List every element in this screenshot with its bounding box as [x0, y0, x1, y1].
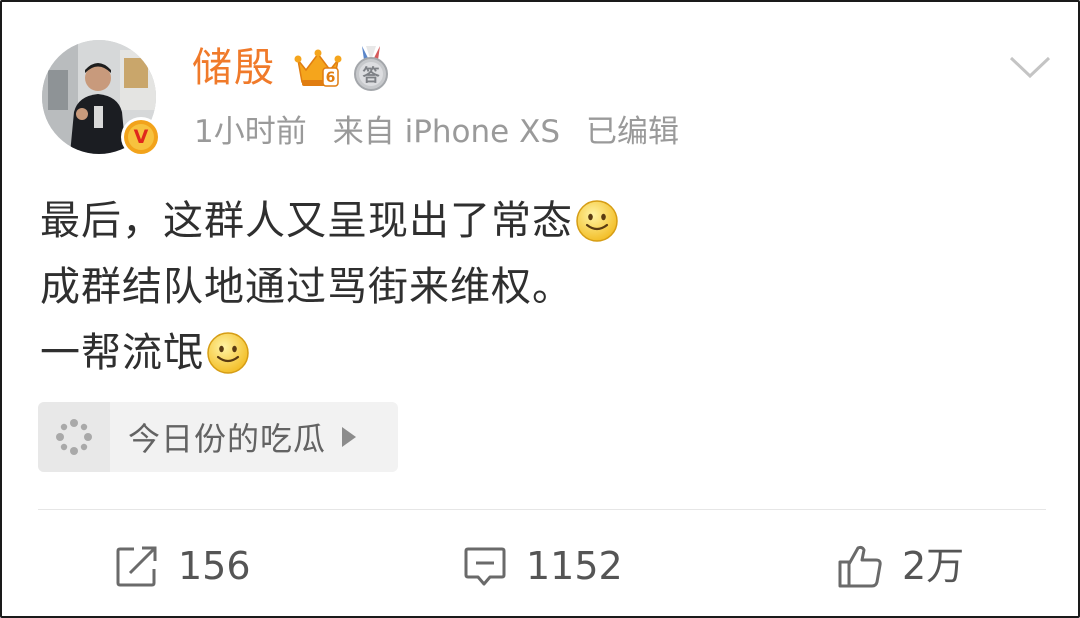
- edited-label[interactable]: 已编辑: [586, 114, 679, 150]
- username[interactable]: 储殷: [192, 42, 276, 94]
- comment-icon: [464, 547, 506, 586]
- comment-count: 1152: [526, 544, 623, 588]
- like-button[interactable]: 2万: [836, 538, 964, 594]
- smile-emoji-icon: [207, 332, 249, 374]
- topic-label: 今日份的吃瓜: [128, 420, 327, 458]
- post-line-text: 一帮流氓: [40, 330, 204, 376]
- like-count: 2万: [902, 544, 965, 588]
- medal-badge-icon[interactable]: 答: [350, 44, 392, 92]
- repost-count: 156: [178, 544, 251, 588]
- repost-button[interactable]: 156: [114, 538, 251, 594]
- post-content: 最后，这群人又呈现出了常态 成群结队地通过骂街来维权。 一帮流氓: [40, 188, 619, 386]
- post-line-text: 最后，这群人又呈现出了常态: [40, 198, 573, 244]
- comment-button[interactable]: 1152: [462, 538, 623, 594]
- post-source[interactable]: 来自 iPhone XS: [333, 114, 560, 150]
- thumbs-up-icon: [838, 545, 882, 588]
- svg-text:6: 6: [326, 70, 336, 86]
- chevron-down-icon[interactable]: [1008, 52, 1052, 82]
- post-line: 成群结队地通过骂街来维权。: [40, 254, 619, 320]
- play-arrow-icon: [342, 427, 357, 447]
- weibo-post-card: V 储殷 6 答 1小时前 来自 iPhone XS 已编辑 最后，这群人又呈现出了…: [0, 0, 1080, 618]
- repost-icon: [116, 546, 157, 587]
- divider: [38, 509, 1046, 510]
- smile-emoji-icon: [576, 200, 618, 242]
- post-line: 一帮流氓: [40, 320, 619, 386]
- topic-icon-box: [38, 402, 110, 472]
- topic-sparkle-icon: [56, 419, 92, 455]
- post-meta: 1小时前 来自 iPhone XS 已编辑: [194, 110, 679, 154]
- verified-badge-icon: V: [121, 117, 161, 157]
- post-line-text: 成群结队地通过骂街来维权。: [40, 264, 573, 310]
- post-time: 1小时前: [194, 114, 307, 150]
- post-line: 最后，这群人又呈现出了常态: [40, 188, 619, 254]
- crown-level-badge-icon[interactable]: 6: [294, 46, 342, 90]
- svg-text:答: 答: [363, 65, 381, 86]
- topic-chip[interactable]: 今日份的吃瓜: [38, 402, 398, 472]
